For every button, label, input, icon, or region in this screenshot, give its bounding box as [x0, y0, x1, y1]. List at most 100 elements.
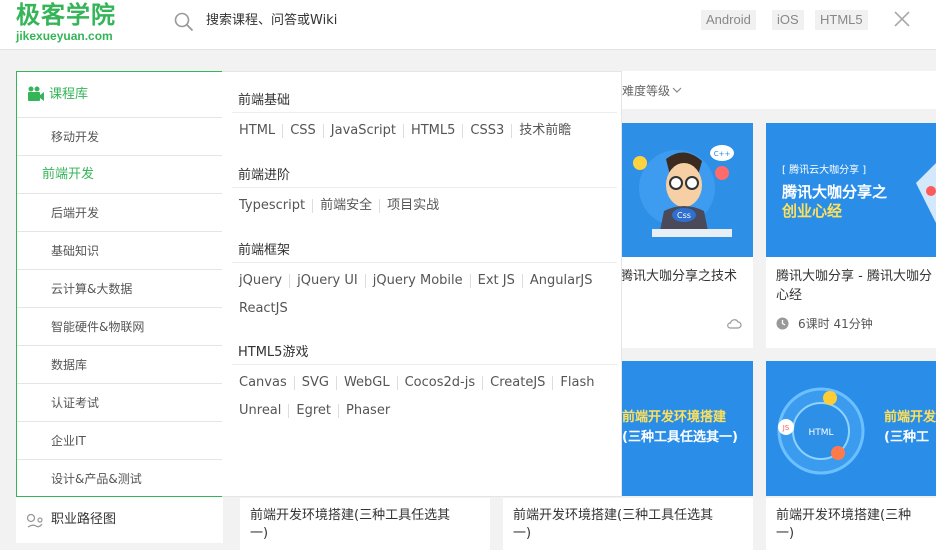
- divider: [232, 187, 617, 188]
- link-cocos2d-js[interactable]: Cocos2d-js: [396, 376, 483, 390]
- group-title-html5-games: HTML5游戏: [238, 345, 309, 360]
- sidebar-item-frontend[interactable]: 前端开发: [17, 156, 223, 194]
- link-frontend-security[interactable]: 前端安全: [312, 199, 379, 213]
- divider: [232, 364, 617, 365]
- banner-title: 腾讯大咖分享之: [781, 183, 887, 201]
- link-angularjs[interactable]: AngularJS: [521, 274, 600, 288]
- link-phaser[interactable]: Phaser: [338, 404, 397, 418]
- js-badge: JS: [782, 424, 790, 432]
- top-header: 极客学院 jikexueyuan.com 搜索课程、问答或Wiki Androi…: [0, 0, 936, 50]
- link-row: ReactJS: [232, 300, 295, 318]
- group-title-frontend-advanced: 前端进阶: [238, 168, 291, 183]
- sidebar-item-database[interactable]: 数据库: [17, 346, 223, 384]
- course-title-line2[interactable]: 一): [250, 524, 268, 543]
- sidebar-item-hardware-iot[interactable]: 智能硬件&物联网: [17, 308, 223, 346]
- banner-subtitle: (三种工: [884, 429, 929, 445]
- link-jquery-ui[interactable]: jQuery UI: [289, 274, 365, 288]
- tag-android[interactable]: Android: [701, 10, 756, 30]
- html-badge: HTML: [808, 428, 833, 438]
- course-category-sidebar: 课程库 移动开发 前端开发 后端开发 基础知识 云计算&大数据 智能硬件&物联网…: [16, 71, 223, 497]
- video-camera-icon: [28, 86, 44, 101]
- link-html[interactable]: HTML: [232, 124, 282, 138]
- course-title-line2[interactable]: 一): [776, 524, 794, 543]
- link-row: jQuery jQuery UI jQuery Mobile Ext JS An…: [232, 272, 600, 290]
- link-jquery[interactable]: jQuery: [232, 274, 289, 288]
- link-egret[interactable]: Egret: [288, 404, 338, 418]
- sort-difficulty[interactable]: 难度等级: [622, 84, 670, 98]
- link-jquery-mobile[interactable]: jQuery Mobile: [364, 274, 470, 288]
- link-unreal[interactable]: Unreal: [232, 404, 288, 418]
- course-thumbnail: 前端开发环境搭建 (三种工具任选其一): [622, 361, 753, 496]
- group-title-frontend-frameworks: 前端框架: [238, 243, 291, 258]
- group-title-frontend-basics: 前端基础: [238, 93, 291, 108]
- course-library-label: 课程库: [49, 87, 89, 102]
- link-flash[interactable]: Flash: [552, 376, 601, 390]
- course-title-line2[interactable]: 心经: [776, 286, 802, 305]
- link-canvas[interactable]: Canvas: [232, 376, 294, 390]
- sidebar-item-certification[interactable]: 认证考试: [17, 384, 223, 422]
- tag-ios[interactable]: iOS: [772, 10, 804, 30]
- sidebar-item-mobile[interactable]: 移动开发: [17, 118, 223, 156]
- course-title-line1[interactable]: 前端开发环境搭建(三种: [776, 506, 911, 525]
- career-path-label: 职业路径图: [51, 512, 117, 527]
- course-thumbnail: HTML JS 前端开发 (三种工: [766, 361, 936, 496]
- course-card[interactable]: HTML JS 前端开发 (三种工: [766, 361, 936, 496]
- course-card[interactable]: 前端开发环境搭建(三种工具任选其 一): [503, 498, 753, 550]
- clock-icon: [776, 317, 789, 330]
- sidebar-item-career-path[interactable]: 职业路径图: [16, 497, 223, 543]
- cloud-icon: [727, 319, 742, 329]
- sidebar-item-label: 移动开发: [51, 130, 100, 144]
- course-title-line1[interactable]: 前端开发环境搭建(三种工具任选其: [250, 506, 450, 525]
- link-html5[interactable]: HTML5: [402, 124, 462, 138]
- sidebar-item-backend[interactable]: 后端开发: [17, 194, 223, 232]
- sidebar-item-label: 智能硬件&物联网: [51, 320, 145, 334]
- banner-title: 前端开发: [884, 409, 936, 425]
- link-css3[interactable]: CSS3: [462, 124, 511, 138]
- sidebar-item-enterprise-it[interactable]: 企业IT: [17, 422, 223, 460]
- link-row: Typescript 前端安全 项目实战: [232, 197, 446, 215]
- course-card[interactable]: 前端开发环境搭建(三种 一): [766, 498, 936, 550]
- link-reactjs[interactable]: ReactJS: [232, 302, 295, 316]
- sidebar-item-label: 后端开发: [51, 206, 100, 220]
- link-row: Canvas SVG WebGL Cocos2d-js CreateJS Fla…: [232, 374, 602, 392]
- sidebar-item-design-product-test[interactable]: 设计&产品&测试: [17, 460, 223, 498]
- link-typescript[interactable]: Typescript: [232, 199, 312, 213]
- frontend-submenu-panel: 前端基础 HTML CSS JavaScript HTML5 CSS3 技术前瞻…: [222, 71, 622, 497]
- tag-html5[interactable]: HTML5: [815, 10, 868, 30]
- search-icon[interactable]: [174, 12, 194, 32]
- sidebar-item-label: 云计算&大数据: [51, 282, 133, 296]
- link-project-practice[interactable]: 项目实战: [379, 199, 446, 213]
- link-webgl[interactable]: WebGL: [335, 376, 397, 390]
- sidebar-item-basics[interactable]: 基础知识: [17, 232, 223, 270]
- link-javascript[interactable]: JavaScript: [322, 124, 403, 138]
- css-bubble: Css: [677, 211, 691, 220]
- course-duration: 6课时 41分钟: [798, 317, 873, 331]
- site-logo[interactable]: 极客学院 jikexueyuan.com: [16, 0, 116, 42]
- cpp-bubble: C++: [714, 150, 731, 158]
- course-library-header[interactable]: 课程库: [17, 72, 223, 118]
- course-card[interactable]: Css C++ 腾讯大咖分享之技术: [620, 123, 753, 348]
- link-createjs[interactable]: CreateJS: [482, 376, 552, 390]
- sidebar-item-label: 企业IT: [51, 434, 86, 448]
- course-card[interactable]: 前端开发环境搭建(三种工具任选其 一): [240, 498, 490, 550]
- course-thumbnail: [ 腾讯云大咖分享 ] 腾讯大咖分享之 创业心经: [766, 123, 936, 257]
- sidebar-item-cloud-bigdata[interactable]: 云计算&大数据: [17, 270, 223, 308]
- course-title-line1[interactable]: 腾讯大咖分享 - 腾讯大咖分: [776, 267, 932, 286]
- course-title-line1[interactable]: 前端开发环境搭建(三种工具任选其: [513, 506, 713, 525]
- search-input[interactable]: 搜索课程、问答或Wiki: [206, 12, 337, 30]
- sidebar-item-label: 数据库: [51, 358, 88, 372]
- course-title-line2[interactable]: 一): [513, 524, 531, 543]
- close-icon[interactable]: [893, 10, 911, 28]
- link-tech-preview[interactable]: 技术前瞻: [511, 124, 578, 138]
- course-card[interactable]: [ 腾讯云大咖分享 ] 腾讯大咖分享之 创业心经 腾讯大咖分享 - 腾讯大咖分 …: [766, 123, 936, 348]
- course-card[interactable]: 前端开发环境搭建 (三种工具任选其一): [622, 361, 753, 496]
- chevron-down-icon[interactable]: [672, 86, 682, 94]
- sort-bar: 难度等级: [622, 71, 936, 109]
- course-thumbnail: Css C++: [622, 123, 753, 257]
- link-svg[interactable]: SVG: [293, 376, 336, 390]
- sidebar-item-label: 设计&产品&测试: [51, 472, 142, 486]
- link-css[interactable]: CSS: [282, 124, 323, 138]
- course-title[interactable]: 腾讯大咖分享之技术: [620, 267, 737, 286]
- sidebar-item-label: 基础知识: [51, 244, 100, 258]
- link-extjs[interactable]: Ext JS: [469, 274, 522, 288]
